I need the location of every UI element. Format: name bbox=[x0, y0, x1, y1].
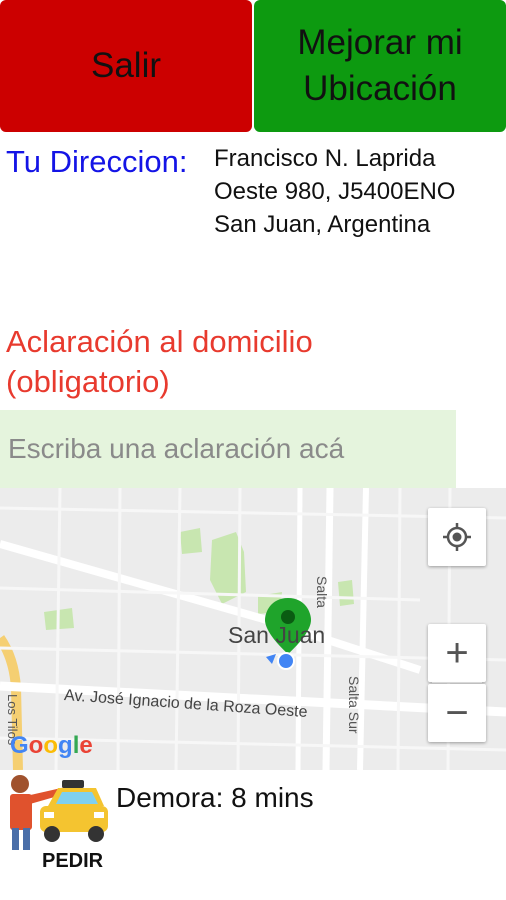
my-location-button[interactable] bbox=[428, 508, 486, 566]
demora-text: Demora: 8 mins bbox=[116, 782, 314, 813]
minus-icon: − bbox=[445, 690, 469, 735]
improve-location-button[interactable]: Mejorar mi Ubicación bbox=[254, 0, 506, 132]
zoom-out-button[interactable]: − bbox=[428, 684, 486, 742]
zoom-in-button[interactable]: + bbox=[428, 624, 486, 682]
plus-icon: + bbox=[445, 630, 469, 675]
zoom-divider bbox=[432, 682, 482, 683]
address-label: Tu Direccion: bbox=[6, 144, 188, 179]
aclaracion-input[interactable] bbox=[0, 410, 456, 488]
pedir-label: PEDIR bbox=[42, 850, 104, 872]
map-street-salta: Salta bbox=[314, 576, 330, 608]
map-view[interactable]: San Juan Av. José Ignacio de la Roza Oes… bbox=[0, 488, 506, 770]
salir-button[interactable]: Salir bbox=[0, 0, 252, 132]
salir-label: Salir bbox=[90, 46, 162, 85]
google-logo: Google bbox=[10, 732, 93, 759]
taxi-hail-icon bbox=[10, 775, 108, 850]
map-street-salta-sur: Salta Sur bbox=[346, 676, 362, 734]
aclaracion-title: Aclaración al domicilio (obligatorio) bbox=[6, 324, 313, 399]
map-city-label: San Juan bbox=[228, 622, 326, 648]
pedir-button[interactable] bbox=[0, 772, 112, 900]
crosshair-icon bbox=[443, 523, 471, 551]
address-value: Francisco N. Laprida Oeste 980, J5400ENO… bbox=[214, 145, 456, 238]
improve-location-label: Mejorar mi Ubicación bbox=[297, 23, 463, 108]
